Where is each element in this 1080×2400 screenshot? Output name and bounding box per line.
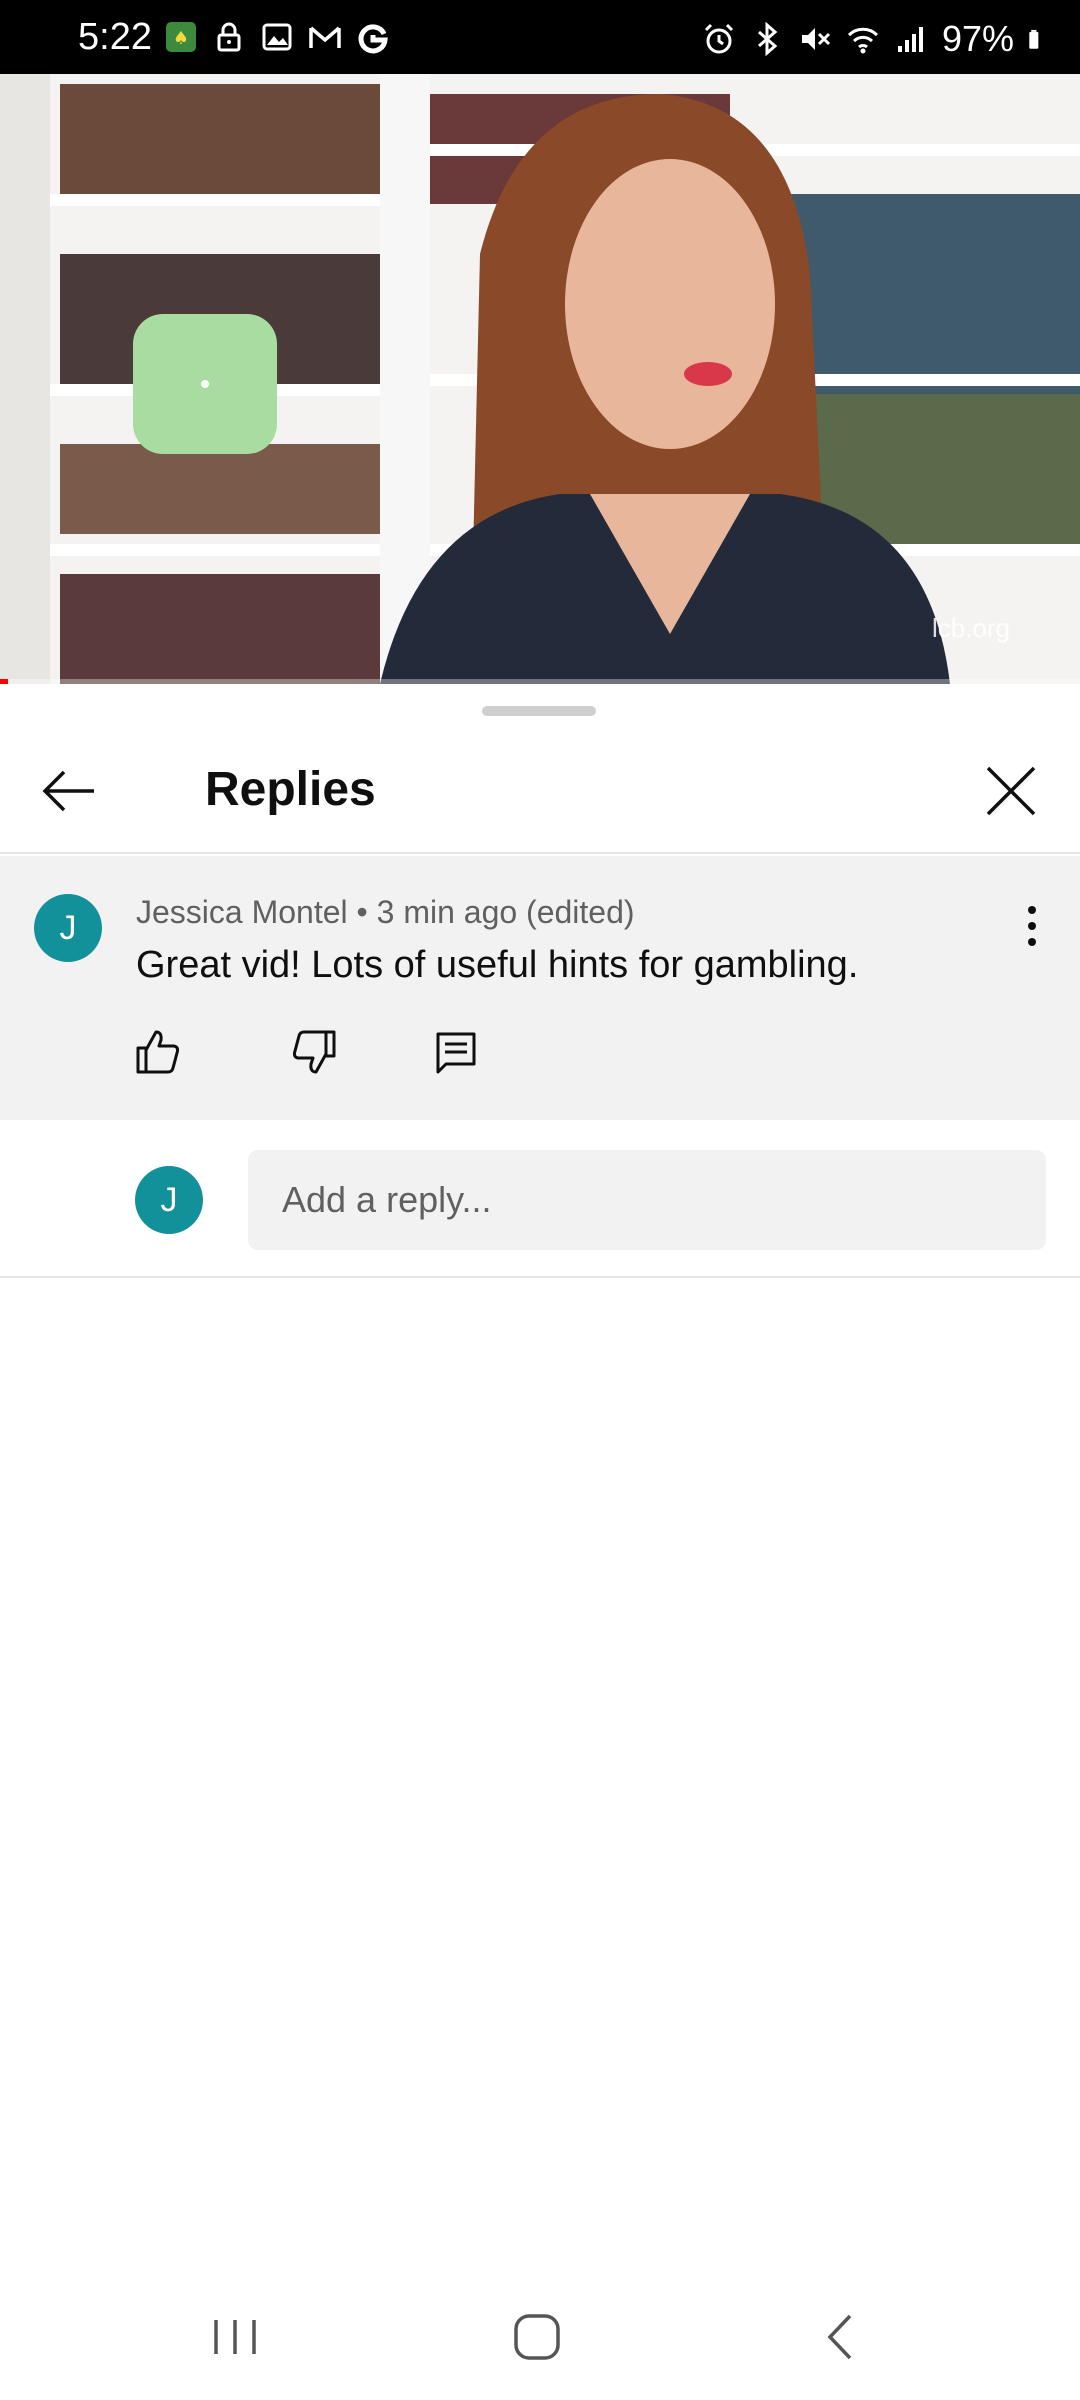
bluetooth-icon xyxy=(757,22,778,56)
drag-handle[interactable] xyxy=(482,706,596,716)
navigation-bar xyxy=(0,2270,1080,2400)
video-player[interactable]: lcb.org xyxy=(0,74,1080,684)
dislike-icon[interactable] xyxy=(284,1022,344,1082)
arrow-left-icon[interactable] xyxy=(36,758,102,824)
lock-icon xyxy=(217,22,241,52)
sheet-header: Replies xyxy=(0,724,1080,854)
close-icon[interactable] xyxy=(978,758,1044,824)
back-icon[interactable] xyxy=(806,2302,876,2372)
like-icon[interactable] xyxy=(128,1022,188,1082)
wifi-icon xyxy=(847,27,878,54)
gmail-icon xyxy=(309,26,341,48)
alarm-icon xyxy=(704,23,733,54)
battery-percent: 97% xyxy=(941,18,1014,59)
comment-item: J Jessica Montel • 3 min ago (edited) Gr… xyxy=(0,856,1080,1120)
more-vert-icon[interactable] xyxy=(1012,896,1052,956)
comment-author-meta: Jessica Montel • 3 min ago (edited) xyxy=(136,894,635,930)
comment-text: Great vid! Lots of useful hints for gamb… xyxy=(136,944,859,986)
mute-icon xyxy=(801,28,830,50)
video-watermark: lcb.org xyxy=(931,613,1010,643)
page-title: Replies xyxy=(205,763,376,816)
reply-input[interactable]: Add a reply... xyxy=(248,1150,1046,1250)
avatar: J xyxy=(135,1166,203,1234)
system-icons: 97% xyxy=(702,18,1050,60)
image-icon xyxy=(262,23,292,51)
status-bar: 5:22 ♠ 97% xyxy=(0,0,1080,74)
reply-composer: J Add a reply... xyxy=(0,1120,1080,1278)
recents-icon[interactable] xyxy=(200,2302,270,2372)
google-icon xyxy=(358,24,388,54)
replies-sheet: Replies J Jessica Montel • 3 min ago (ed… xyxy=(0,684,1080,2270)
video-frame xyxy=(0,74,1080,684)
video-progress-fill xyxy=(0,679,8,684)
signal-icon xyxy=(897,27,923,52)
battery-icon xyxy=(1029,29,1039,49)
home-icon[interactable] xyxy=(502,2302,572,2372)
status-time: 5:22 xyxy=(78,16,152,58)
game-app-icon: ♠ xyxy=(166,22,196,52)
notification-icons: ♠ xyxy=(164,20,390,54)
svg-text:♠: ♠ xyxy=(173,28,189,49)
reply-icon[interactable] xyxy=(426,1022,486,1082)
avatar[interactable]: J xyxy=(34,894,102,962)
